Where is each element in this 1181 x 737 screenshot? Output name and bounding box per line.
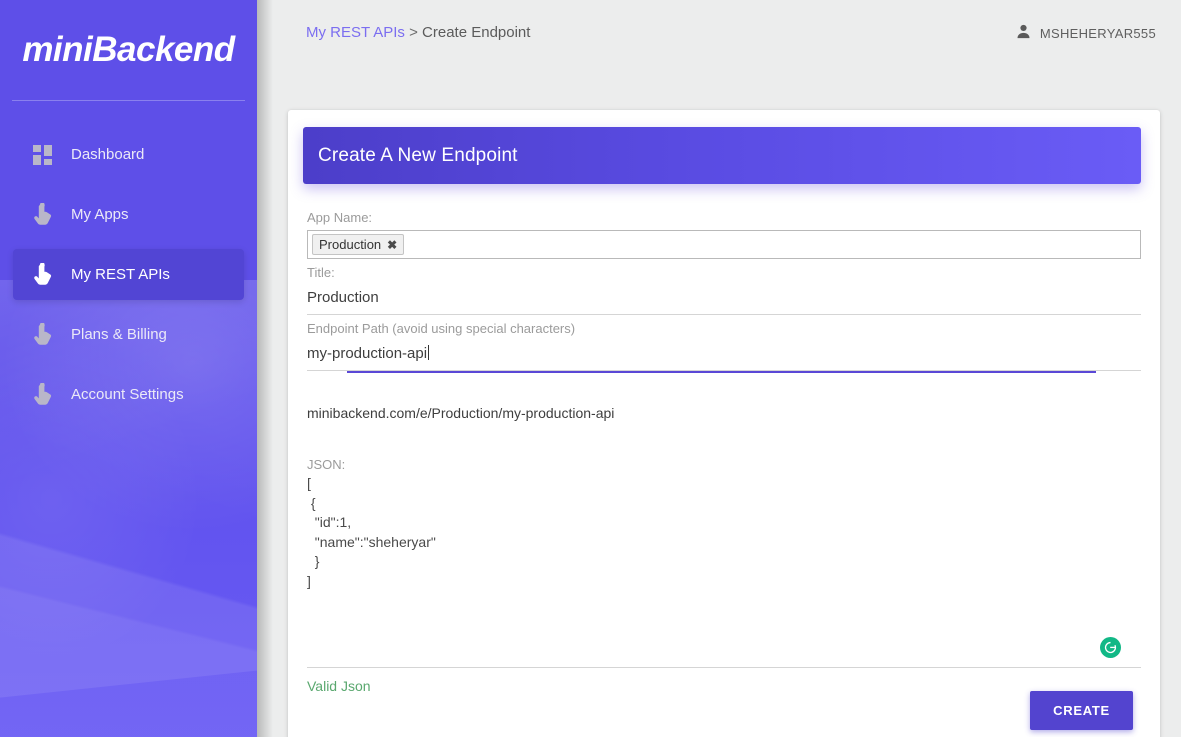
endpoint-url-preview: minibackend.com/e/Production/my-producti…: [307, 405, 615, 421]
card-body: App Name: Production ✖ Title: Production…: [288, 210, 1160, 737]
click-hand-icon: [33, 322, 71, 347]
endpoint-path-label: Endpoint Path (avoid using special chara…: [307, 321, 576, 336]
username-label: MSHEHERYAR555: [1039, 25, 1156, 41]
title-input[interactable]: Production: [307, 283, 1141, 314]
create-button[interactable]: CREATE: [1030, 691, 1133, 730]
grammarly-icon[interactable]: [1100, 637, 1121, 658]
brand-name: miniBackend: [22, 30, 235, 69]
close-icon[interactable]: ✖: [387, 238, 397, 252]
title-underline: [307, 314, 1141, 315]
text-caret: [428, 345, 430, 360]
sidebar-nav: Dashboard My Apps My REST APIs Plans & B…: [0, 129, 257, 420]
card-title: Create A New Endpoint: [318, 144, 518, 166]
sidebar-item-label: Dashboard: [71, 146, 145, 163]
json-status-message: Valid Json: [307, 678, 371, 694]
brand-logo[interactable]: miniBackend: [0, 0, 257, 100]
sidebar-item-account-settings[interactable]: Account Settings: [13, 369, 244, 420]
app-name-input[interactable]: Production ✖: [307, 230, 1141, 259]
breadcrumb: My REST APIs > Create Endpoint: [306, 24, 530, 41]
title-label: Title:: [307, 265, 335, 280]
breadcrumb-link-my-rest-apis[interactable]: My REST APIs: [306, 24, 405, 41]
sidebar-item-my-rest-apis[interactable]: My REST APIs: [13, 249, 244, 300]
app-name-chip[interactable]: Production ✖: [312, 234, 405, 255]
breadcrumb-current: Create Endpoint: [422, 24, 531, 41]
breadcrumb-separator: >: [409, 24, 418, 41]
app-name-label: App Name:: [307, 210, 373, 225]
person-icon: [1016, 24, 1031, 42]
sidebar-item-label: My REST APIs: [71, 266, 170, 283]
sidebar-item-label: Plans & Billing: [71, 326, 167, 343]
sidebar-divider: [12, 100, 245, 101]
sidebar: miniBackend Dashboard My Apps My REST AP…: [0, 0, 257, 737]
json-textarea[interactable]: [ { "id":1, "name":"sheheryar" } ]: [307, 472, 1141, 592]
json-field-wrap: [ { "id":1, "name":"sheheryar" } ]: [307, 472, 1141, 668]
sidebar-item-my-apps[interactable]: My Apps: [13, 189, 244, 240]
endpoint-path-value: my-production-api: [307, 345, 428, 362]
json-label: JSON:: [307, 457, 346, 472]
grid-icon: [33, 144, 71, 165]
card-actions: CREATE: [1030, 691, 1133, 730]
create-endpoint-card: Create A New Endpoint App Name: Producti…: [288, 110, 1160, 737]
sidebar-item-label: My Apps: [71, 206, 129, 223]
app-name-chip-label: Production: [319, 237, 382, 252]
user-menu[interactable]: MSHEHERYAR555: [1016, 24, 1156, 42]
click-hand-icon: [33, 202, 71, 227]
sidebar-item-label: Account Settings: [71, 386, 184, 403]
click-hand-icon: [33, 382, 71, 407]
card-header: Create A New Endpoint: [303, 127, 1141, 184]
sidebar-shadow: [257, 0, 273, 737]
click-hand-icon: [33, 262, 71, 287]
endpoint-path-underline: [307, 370, 1141, 371]
endpoint-path-input[interactable]: my-production-api: [307, 339, 1141, 370]
json-underline: [307, 667, 1141, 668]
sidebar-item-plans-billing[interactable]: Plans & Billing: [13, 309, 244, 360]
topbar: My REST APIs > Create Endpoint MSHEHERYA…: [257, 0, 1181, 72]
app-root: miniBackend Dashboard My Apps My REST AP…: [0, 0, 1181, 737]
endpoint-path-field-wrap: my-production-api: [307, 339, 1141, 371]
sidebar-item-dashboard[interactable]: Dashboard: [13, 129, 244, 180]
title-field-wrap: Production: [307, 283, 1141, 315]
